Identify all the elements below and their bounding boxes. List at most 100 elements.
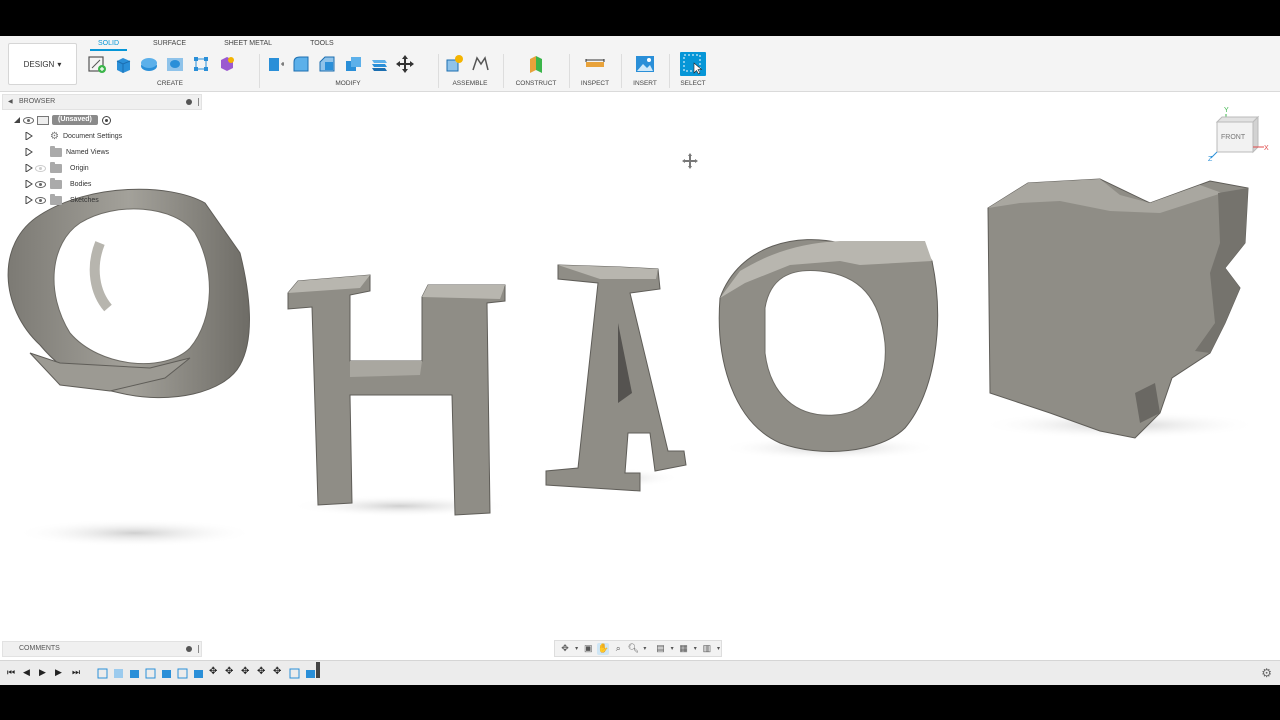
comments-title: COMMENTS — [19, 645, 60, 652]
chevron-down-icon[interactable]: ▾ — [642, 643, 647, 655]
workspace-switcher[interactable]: DESIGN ▾ — [8, 43, 77, 85]
pattern-icon[interactable] — [190, 53, 212, 75]
look-at-icon[interactable]: ▣ — [582, 643, 594, 655]
form-icon[interactable] — [216, 53, 238, 75]
chevron-down-icon[interactable]: ▾ — [693, 643, 698, 655]
chevron-down-icon[interactable]: ▾ — [670, 643, 675, 655]
fit-icon[interactable]: 🔍︎ — [627, 643, 639, 655]
browser-item-named-views[interactable]: Named Views — [24, 145, 109, 159]
step-back-icon[interactable]: ◀ — [23, 667, 30, 678]
timeline-sketch-icon[interactable] — [289, 668, 300, 679]
letter-a-body[interactable] — [545, 264, 687, 492]
eye-icon[interactable] — [22, 115, 34, 125]
create-menu[interactable]: CREATE — [86, 80, 254, 87]
timeline-sketch-icon[interactable] — [177, 668, 188, 679]
view-cube-face-label: FRONT — [1221, 134, 1246, 141]
move-icon[interactable] — [394, 53, 416, 75]
timeline-image-icon[interactable] — [113, 668, 124, 679]
expand-triangle-icon[interactable] — [24, 179, 34, 189]
timeline-move-icon[interactable]: ✥ — [225, 666, 233, 677]
eye-icon[interactable] — [34, 179, 46, 189]
panel-resize-handle[interactable] — [198, 98, 199, 106]
pin-icon[interactable] — [186, 99, 192, 105]
browser-item-sketches[interactable]: Sketches — [24, 193, 99, 207]
letter-o-body[interactable] — [718, 239, 939, 452]
expand-triangle-icon[interactable] — [24, 131, 34, 141]
timeline-marker[interactable] — [316, 662, 320, 678]
modify-menu[interactable]: MODIFY — [264, 80, 432, 87]
go-to-start-icon[interactable]: ⏮ — [7, 667, 15, 678]
view-cube[interactable]: Y FRONT X Z — [1208, 102, 1270, 163]
shell-icon[interactable] — [342, 53, 364, 75]
timeline-move-icon[interactable]: ✥ — [273, 666, 281, 677]
expand-triangle-icon[interactable] — [24, 195, 34, 205]
expand-triangle-icon[interactable] — [24, 163, 34, 173]
panel-resize-handle[interactable] — [198, 645, 199, 653]
eye-hidden-icon[interactable] — [34, 163, 46, 173]
construct-menu[interactable]: CONSTRUCT — [508, 80, 564, 87]
letter-h-body[interactable] — [287, 274, 506, 516]
go-to-end-icon[interactable]: ⏭ — [72, 667, 80, 678]
collapse-triangle-icon[interactable]: ◀ — [8, 95, 13, 109]
select-menu[interactable]: SELECT — [674, 80, 712, 87]
browser-item-document-settings[interactable]: ⚙ Document Settings — [24, 129, 122, 143]
tab-tools[interactable]: TOOLS — [302, 39, 342, 51]
fillet-icon[interactable] — [290, 53, 312, 75]
grid-settings-icon[interactable]: ▦ — [678, 643, 690, 655]
activate-radio-icon[interactable] — [101, 115, 111, 125]
ohio-state-body[interactable] — [987, 178, 1249, 439]
select-icon[interactable] — [680, 52, 706, 76]
expand-triangle-icon[interactable] — [24, 147, 34, 157]
step-forward-icon[interactable]: ▶ — [55, 667, 62, 678]
assemble-menu[interactable]: ASSEMBLE — [443, 80, 497, 87]
browser-item-origin[interactable]: Origin — [24, 161, 89, 175]
comments-panel-header[interactable]: COMMENTS — [2, 641, 202, 657]
zoom-icon[interactable]: ⌕ — [612, 643, 624, 655]
browser-root-item[interactable]: (Unsaved) — [12, 113, 111, 127]
timeline-extrude-icon[interactable] — [129, 668, 140, 679]
press-pull-icon[interactable] — [264, 53, 286, 75]
pan-icon[interactable]: ✋ — [597, 642, 610, 655]
insert-image-icon[interactable] — [634, 53, 656, 75]
orbit-icon[interactable]: ✥ — [559, 643, 571, 655]
display-settings-icon[interactable]: ▤ — [654, 643, 666, 655]
timeline-extrude-icon[interactable] — [193, 668, 204, 679]
timeline-move-icon[interactable]: ✥ — [209, 666, 217, 677]
canvas-viewport[interactable] — [0, 93, 1280, 638]
folder-icon — [50, 177, 62, 189]
extrude-icon[interactable] — [112, 53, 134, 75]
chevron-down-icon[interactable]: ▾ — [574, 643, 579, 655]
measure-icon[interactable] — [584, 53, 606, 75]
tab-surface[interactable]: SURFACE — [145, 39, 194, 51]
insert-menu[interactable]: INSERT — [626, 80, 664, 87]
offset-plane-icon[interactable] — [525, 53, 547, 75]
timeline: ⏮ ◀ ▶ ▶ ⏭ ✥ ✥ ✥ ✥ ✥ ⚙ — [0, 660, 1280, 685]
timeline-sketch-icon[interactable] — [97, 668, 108, 679]
timeline-move-icon[interactable]: ✥ — [257, 666, 265, 677]
select-group: SELECT — [674, 52, 712, 90]
hole-icon[interactable] — [164, 53, 186, 75]
chamfer-icon[interactable] — [316, 53, 338, 75]
tab-solid[interactable]: SOLID — [90, 39, 128, 51]
timeline-extrude-icon[interactable] — [161, 668, 172, 679]
timeline-sketch-icon[interactable] — [145, 668, 156, 679]
eye-icon[interactable] — [34, 195, 46, 205]
collapse-triangle-icon[interactable] — [12, 115, 22, 125]
browser-panel-header[interactable]: ◀ BROWSER — [2, 94, 202, 110]
viewports-icon[interactable]: ▥ — [701, 643, 713, 655]
add-comment-icon[interactable] — [186, 646, 192, 652]
letter-o-swirl-body[interactable] — [7, 188, 250, 399]
tab-sheet-metal[interactable]: SHEET METAL — [216, 39, 280, 51]
browser-item-bodies[interactable]: Bodies — [24, 177, 91, 191]
play-icon[interactable]: ▶ — [39, 667, 46, 678]
timeline-move-icon[interactable]: ✥ — [241, 666, 249, 677]
combine-icon[interactable] — [368, 53, 390, 75]
inspect-menu[interactable]: INSPECT — [574, 80, 616, 87]
gear-icon[interactable]: ⚙ — [1261, 666, 1272, 680]
chevron-down-icon[interactable]: ▾ — [716, 643, 721, 655]
new-component-icon[interactable] — [443, 53, 465, 75]
revolve-icon[interactable] — [138, 53, 160, 75]
timeline-extrude-icon[interactable] — [305, 668, 316, 679]
joint-icon[interactable] — [469, 53, 491, 75]
create-sketch-icon[interactable] — [86, 53, 108, 75]
